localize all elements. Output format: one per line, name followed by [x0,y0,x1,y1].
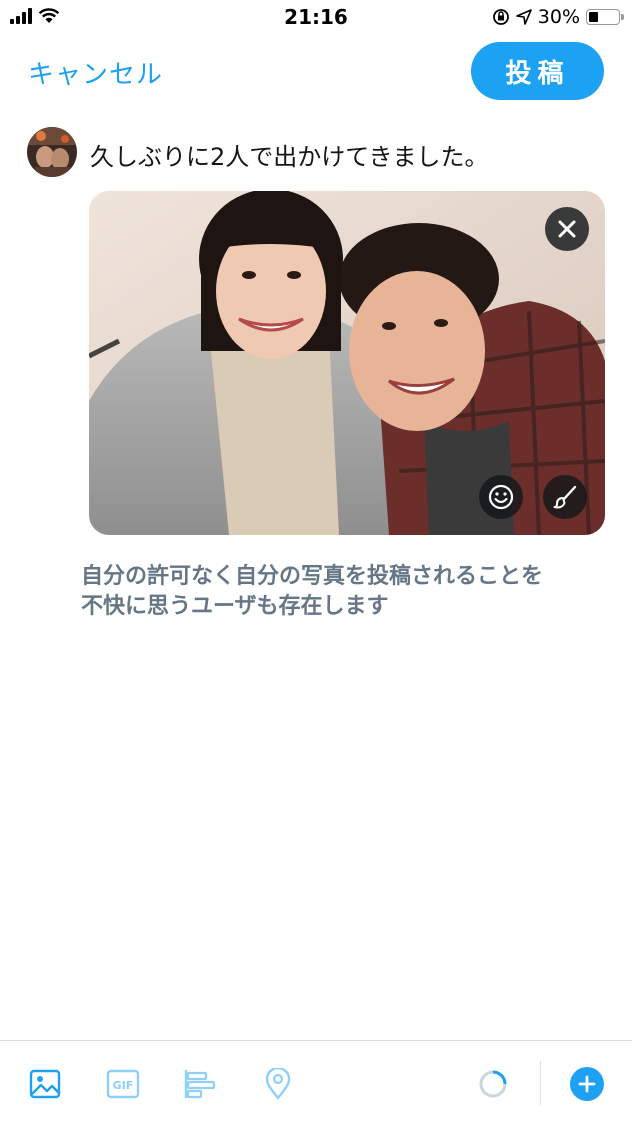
add-tweet-button[interactable] [570,1067,604,1101]
photo-image [89,191,605,535]
toolbar-divider [540,1061,541,1105]
status-right: 30% [492,6,624,28]
warning-line-1: 自分の許可なく自分の写真を投稿されることを [81,564,544,589]
edit-photo-button[interactable] [543,475,587,519]
cancel-button[interactable]: キャンセル [28,54,163,91]
poll-icon [184,1070,216,1099]
poll-button[interactable] [183,1067,217,1101]
remove-photo-button[interactable] [545,207,589,251]
location-icon [265,1068,291,1100]
warning-line-2: 不快に思うユーザも存在します [81,594,389,619]
avatar [27,127,77,177]
image-button[interactable] [28,1067,62,1101]
gif-icon: GIF [106,1069,140,1099]
battery-icon [586,9,624,25]
gif-button[interactable]: GIF [106,1067,140,1101]
sticker-button[interactable] [479,475,523,519]
status-bar: 21:16 30% [0,0,632,36]
attached-photo[interactable] [89,191,605,535]
location-arrow-icon [515,9,532,25]
tweet-text[interactable]: 久しぶりに2人で出かけてきました。 [90,137,489,172]
image-icon [29,1069,61,1099]
smiley-icon [488,484,514,510]
photo-warning: 自分の許可なく自分の写真を投稿されることを 不快に思うユーザも存在します [81,562,621,622]
brush-icon [553,485,577,509]
location-button[interactable] [261,1067,295,1101]
close-icon [558,220,576,238]
compose-toolbar: GIF [0,1040,632,1126]
post-button[interactable]: 投稿 [471,42,604,100]
progress-ring-icon [479,1070,507,1098]
battery-percent: 30% [537,6,580,28]
gif-label: GIF [113,1079,134,1092]
orientation-lock-icon [492,9,509,25]
character-counter [476,1067,510,1101]
add-icon [578,1075,596,1093]
